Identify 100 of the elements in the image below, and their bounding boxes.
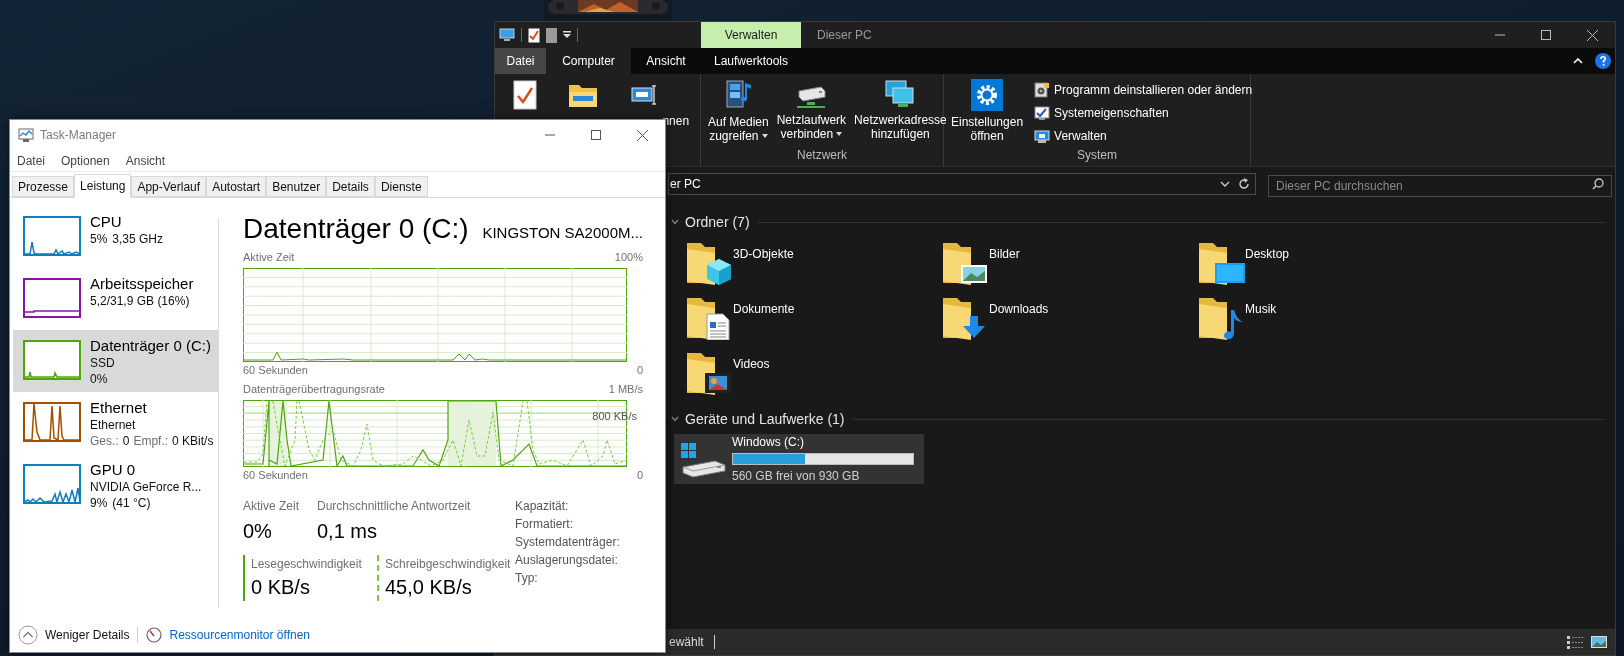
device-name: Datenträger 0 (C:) [90, 336, 211, 355]
ribbon-tab[interactable]: Computer [546, 48, 631, 74]
device-name: GPU 0 [90, 460, 136, 479]
device-value: 9% [90, 495, 108, 511]
resource-monitor-icon [146, 627, 163, 643]
window-title: Dieser PC [817, 27, 872, 44]
document-icon[interactable] [546, 27, 557, 43]
device-value: 5,2/31,9 GB (16%) [90, 293, 190, 309]
section-header[interactable]: Geräte und Laufwerke (1) [685, 408, 845, 430]
ribbon-tab[interactable]: Ansicht [631, 48, 701, 74]
help-icon[interactable] [1595, 53, 1611, 69]
ribbon-button[interactable]: Auf Medien zugreifen [705, 79, 772, 143]
group-label: System [1076, 147, 1118, 165]
tab[interactable]: Autostart [206, 176, 267, 197]
axis-label: 60 Sekunden [243, 362, 308, 378]
computer-icon[interactable] [499, 28, 515, 42]
axis-label: 0 [636, 362, 643, 378]
stat-value: 0,1 ms [317, 519, 379, 544]
graph-label: Datenträgerübertragungsrate [243, 382, 385, 397]
stat-value: 0% [243, 519, 273, 544]
group-label: Netzwerk [796, 147, 848, 165]
section-header[interactable]: Ordner (7) [685, 211, 750, 233]
dropdown-icon[interactable] [563, 31, 571, 39]
details-view-icon[interactable] [1567, 635, 1583, 649]
device-name: Ethernet [90, 398, 148, 417]
tab[interactable]: Prozesse [12, 176, 75, 197]
axis-label: 60 Sekunden [243, 467, 308, 483]
folder-item[interactable]: Desktop [1197, 237, 1453, 292]
tab[interactable]: Dienste [374, 176, 428, 197]
menu-item[interactable]: Optionen [60, 151, 111, 170]
fewer-details-link[interactable]: Weniger Details [45, 626, 130, 644]
drive-detail: 560 GB frei von 930 GB [732, 468, 861, 485]
chevron-down-icon[interactable] [671, 416, 679, 422]
device-value: (41 °C) [112, 495, 151, 511]
address-bar[interactable]: er PC [668, 173, 1256, 195]
checklist-icon[interactable] [528, 27, 540, 43]
rate-panel: Schreibgeschwindigkeit 45,0 KB/s [377, 555, 511, 601]
device-subtitle: Ethernet [90, 417, 137, 433]
folder-item[interactable]: Dokumente [685, 292, 941, 347]
close-icon[interactable] [636, 129, 648, 141]
folder-item[interactable]: Bilder [941, 237, 1197, 292]
media-icon [723, 79, 754, 111]
close-icon[interactable] [1586, 29, 1598, 41]
ribbon-button[interactable]: Systemeigenschaften [1034, 104, 1253, 122]
property-label: Kapazität: [515, 498, 570, 515]
window-title: Task-Manager [40, 127, 117, 144]
panel-heading: Datenträger 0 (C:) [243, 212, 469, 246]
maximize-icon[interactable] [591, 130, 601, 140]
computer-management-icon [1034, 128, 1051, 144]
system-properties-icon [1034, 105, 1051, 121]
folder-icon [567, 82, 598, 108]
graph-label: 800 KB/s [592, 408, 637, 424]
device-value: 0% [90, 371, 108, 387]
settings-icon [971, 79, 1004, 111]
ribbon-button[interactable]: Netzwerkadresse hinzufügen [851, 79, 950, 141]
program-icon [1034, 82, 1051, 98]
stat-label: Durchschnittliche Antwortzeit [317, 498, 471, 515]
axis-label: 0 [636, 467, 643, 483]
folder-item[interactable]: Musik [1197, 292, 1453, 347]
chevron-down-icon[interactable] [671, 219, 679, 225]
chevron-down-icon[interactable] [1220, 181, 1230, 187]
tab[interactable]: App-Verlauf [131, 176, 207, 197]
address-text: er PC [669, 176, 701, 193]
graph-label: 100% [614, 250, 643, 265]
property-label: Systemdatenträger: [515, 534, 620, 551]
ribbon-button[interactable]: Netzlaufwerk verbinden [773, 79, 850, 141]
folder-item[interactable]: Downloads [941, 292, 1197, 347]
tab[interactable]: Details [326, 176, 375, 197]
checklist-icon [512, 80, 537, 110]
folder-item[interactable]: Videos [685, 347, 941, 402]
maximize-icon[interactable] [1541, 30, 1551, 40]
search-icon[interactable] [1592, 178, 1604, 190]
tab[interactable]: Leistung [74, 174, 132, 198]
property-label: Typ: [515, 570, 539, 587]
drive-tile[interactable]: Windows (C:) 560 GB frei von 930 GB [674, 434, 924, 484]
device-item[interactable]: Datenträger 0 (C:) SSD 0% [13, 330, 218, 392]
resource-monitor-link[interactable]: Ressourcenmonitor öffnen [169, 626, 310, 644]
graph-label: 1 MB/s [608, 382, 643, 397]
tab[interactable]: Benutzer [266, 176, 327, 197]
stat-label: Aktive Zeit [243, 498, 300, 515]
folder-item[interactable]: 3D-Objekte [685, 237, 941, 292]
rate-value: 0 [122, 433, 130, 449]
monitors-icon [884, 79, 917, 109]
menu-item[interactable]: Ansicht [124, 151, 167, 170]
device-value: 5% [90, 231, 108, 247]
ribbon-button[interactable]: Verwalten [1034, 127, 1253, 145]
refresh-icon[interactable] [1238, 178, 1250, 190]
ribbon-tab[interactable]: Laufwerktools [701, 48, 801, 74]
device-name: CPU [90, 212, 123, 231]
rate-panel: Lesegeschwindigkeit 0 KB/s [243, 555, 377, 601]
ribbon-button[interactable]: Programm deinstallieren oder ändern [1034, 81, 1253, 99]
menu-item[interactable]: Datei [16, 151, 46, 170]
ribbon-button[interactable]: Einstellungen öffnen [948, 79, 1027, 143]
device-model: KINGSTON SA2000M... [482, 223, 643, 243]
context-tab[interactable]: Verwalten [701, 22, 801, 48]
ribbon-tab[interactable]: Datei [495, 48, 546, 74]
search-field[interactable]: Dieser PC durchsuchen [1268, 175, 1612, 197]
large-icons-view-icon[interactable] [1591, 635, 1607, 649]
task-manager-icon [18, 127, 34, 143]
rate-value: 0 KBit/s [172, 433, 214, 449]
